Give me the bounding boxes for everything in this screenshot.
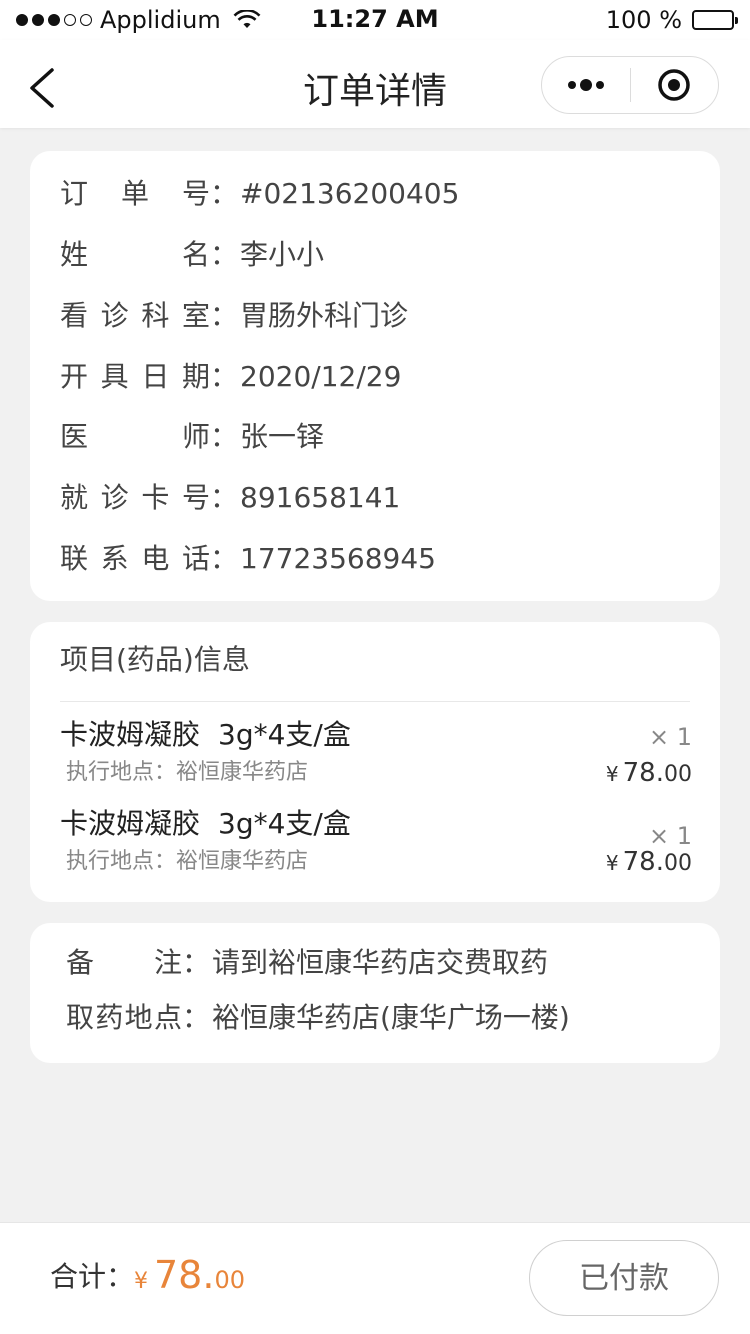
issue-date-row: 开具日期：2020/12/29: [60, 357, 401, 397]
info-label: 就诊卡号: [60, 481, 210, 514]
note-label: 取药地点: [66, 1001, 182, 1034]
item-spec: 3g*4支/盒: [218, 807, 351, 840]
order-number-row: 订单号：#02136200405: [60, 174, 459, 214]
mini-program-capsule: [541, 56, 719, 114]
item-quantity: × 1: [648, 723, 692, 751]
phone-value: 17723568945: [240, 542, 436, 575]
close-button[interactable]: [631, 57, 719, 113]
target-circle-icon: [658, 69, 690, 101]
total-label: 合计：: [50, 1260, 135, 1293]
bottom-bar: 合计： ¥78.00 已付款: [0, 1222, 750, 1334]
pickup-location-row: 取药地点：裕恒康华药店(康华广场一楼): [66, 998, 570, 1038]
issue-date-value: 2020/12/29: [240, 360, 402, 393]
visit-card-value: 891658141: [240, 481, 401, 514]
notes-card: 备注：请到裕恒康华药店交费取药 取药地点：裕恒康华药店(康华广场一楼): [30, 923, 720, 1063]
info-label: 姓名: [60, 238, 210, 271]
department-row: 看诊科室：胃肠外科门诊: [60, 296, 408, 336]
status-bar: Applidium 11:27 AM 100 %: [0, 0, 750, 40]
visit-card-row: 就诊卡号：891658141: [60, 478, 400, 518]
battery-percent: 100 %: [605, 6, 682, 34]
nav-bar: 订单详情: [0, 40, 750, 128]
doctor-value: 张一铎: [240, 420, 325, 453]
phone-row: 联系电话：17723568945: [60, 539, 436, 579]
total-amount: ¥78.00: [134, 1253, 245, 1297]
items-section-title: 项目(药品)信息: [60, 643, 250, 676]
item-price: ¥78.00: [605, 758, 692, 788]
info-label: 订单号: [60, 177, 210, 210]
info-label: 联系电话: [60, 542, 210, 575]
order-info-card: 订单号：#02136200405 姓名：李小小 看诊科室：胃肠外科门诊 开具日期…: [30, 151, 720, 601]
remark-row: 备注：请到裕恒康华药店交费取药: [66, 943, 548, 983]
more-dots-icon: [567, 79, 604, 91]
item-name: 卡波姆凝胶 3g*4支/盒: [60, 807, 351, 840]
paid-button[interactable]: 已付款: [529, 1240, 719, 1316]
name-row: 姓名：李小小: [60, 235, 324, 275]
items-card: 项目(药品)信息 卡波姆凝胶 3g*4支/盒 × 1 执行地点：裕恒康华药店 ¥7…: [30, 622, 720, 902]
info-label: 开具日期: [60, 360, 210, 393]
item-name: 卡波姆凝胶 3g*4支/盒: [60, 718, 351, 751]
department-value: 胃肠外科门诊: [240, 299, 409, 332]
more-button[interactable]: [542, 57, 630, 113]
patient-name-value: 李小小: [240, 238, 325, 271]
info-label: 看诊科室: [60, 299, 210, 332]
note-label: 备注: [66, 946, 182, 979]
info-label: 医师: [60, 420, 210, 453]
item-location: 执行地点：裕恒康华药店: [66, 760, 309, 785]
order-number-value: #02136200405: [240, 177, 460, 210]
remark-value: 请到裕恒康华药店交费取药: [212, 946, 549, 979]
status-right: 100 %: [605, 6, 738, 34]
battery-icon: [692, 10, 738, 30]
divider: [60, 701, 690, 702]
item-price: ¥78.00: [605, 847, 692, 877]
item-spec: 3g*4支/盒: [218, 718, 351, 751]
pickup-location-value: 裕恒康华药店(康华广场一楼): [212, 1001, 570, 1034]
item-location: 执行地点：裕恒康华药店: [66, 849, 309, 874]
doctor-row: 医师：张一铎: [60, 417, 324, 457]
